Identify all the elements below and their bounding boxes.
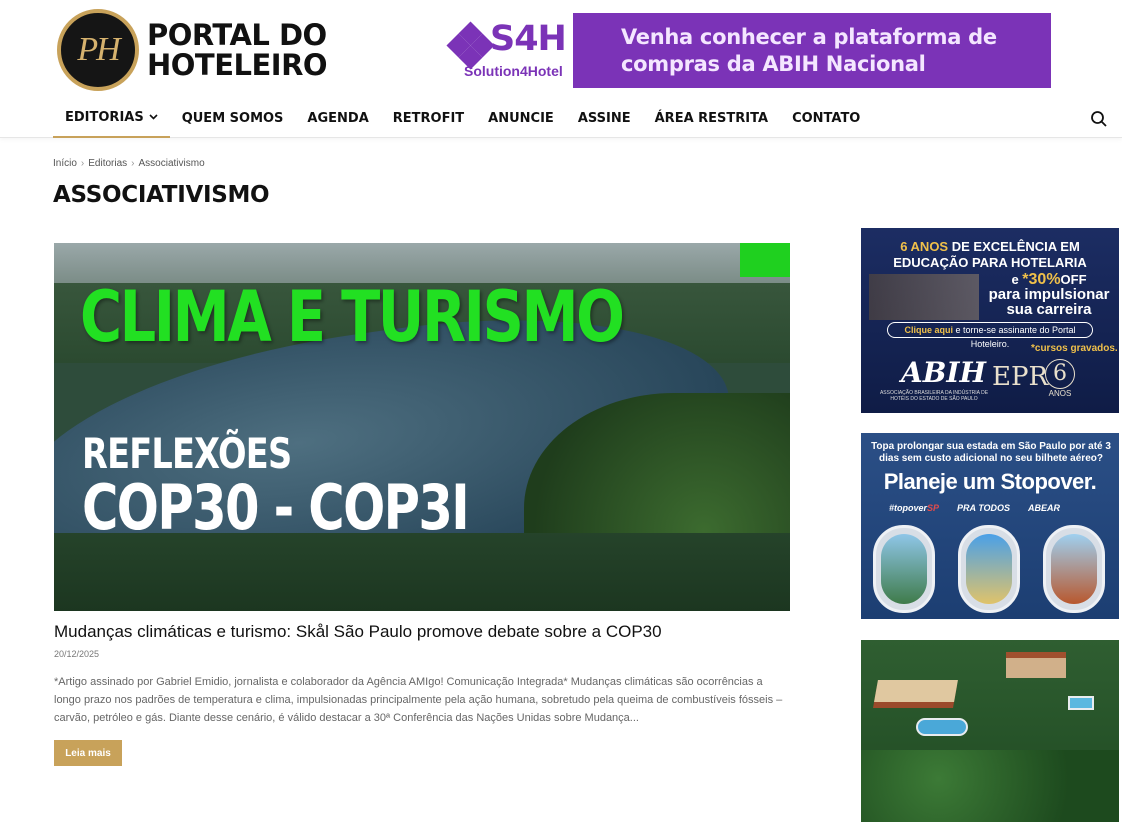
epr-logo: EPR — [992, 362, 1049, 392]
nav-contato[interactable]: CONTATO — [780, 98, 872, 138]
nav-agenda[interactable]: AGENDA — [295, 98, 380, 138]
airplane-window-icon — [873, 525, 935, 613]
abih-logo: ABIH — [901, 356, 986, 389]
article-date: 20/12/2025 — [54, 649, 100, 659]
ad-cta: Clique aqui e torne-se assinante do Port… — [887, 322, 1093, 349]
green-corner-block — [740, 243, 790, 277]
logo-monogram: PH — [57, 9, 139, 91]
top-ad-banner[interactable]: S4H Solution4Hotel Venha conhecer a plat… — [442, 13, 1051, 88]
site-logo[interactable]: PH PORTAL DO HOTELEIRO — [57, 9, 328, 91]
breadcrumb-editorias[interactable]: Editorias — [88, 158, 127, 169]
nav-assine[interactable]: ASSINE — [566, 98, 643, 138]
nav-editorias[interactable]: EDITORIAS — [53, 98, 170, 138]
forest-area — [861, 750, 1119, 822]
s4h-logo: S4H Solution4Hotel — [442, 13, 573, 88]
pool-shape — [1068, 696, 1094, 710]
breadcrumb-home[interactable]: Início — [53, 158, 77, 169]
site-header: PH PORTAL DO HOTELEIRO S4H Solution4Hote… — [0, 0, 1122, 138]
logo-wordmark: PORTAL DO HOTELEIRO — [147, 18, 328, 82]
nav-quem-somos[interactable]: QUEM SOMOS — [170, 98, 296, 138]
sidebar-ad-resort[interactable] — [861, 640, 1119, 822]
breadcrumb-separator-icon: › — [80, 158, 85, 169]
read-more-button[interactable]: Leia mais — [54, 740, 122, 766]
nav-anuncie[interactable]: ANUNCIE — [476, 98, 566, 138]
search-icon[interactable] — [1090, 110, 1110, 130]
page-title: ASSOCIATIVISMO — [53, 182, 270, 208]
sidebar-ad-education[interactable]: 6 ANOS DE EXCELÊNCIA EM EDUCAÇÃO PARA HO… — [861, 228, 1119, 413]
classroom-photo — [869, 274, 979, 320]
pool-shape — [916, 718, 968, 736]
image-headline: CLIMA E TURISMO — [80, 276, 625, 358]
banner-text: Venha conhecer a plataforma de compras d… — [621, 24, 997, 76]
featured-article-image[interactable]: CLIMA E TURISMO REFLEXÕES COP30 - COP3I — [54, 243, 790, 611]
resort-building — [1006, 652, 1066, 678]
chevron-down-icon — [149, 112, 158, 123]
breadcrumb: Início › Editorias › Associativismo — [53, 158, 205, 169]
article-excerpt: *Artigo assinado por Gabriel Emidio, jor… — [54, 676, 783, 724]
main-nav: EDITORIAS QUEM SOMOS AGENDA RETROFIT ANU… — [53, 98, 872, 138]
article-title-link[interactable]: Mudanças climáticas e turismo: Skål São … — [54, 622, 790, 642]
breadcrumb-current: Associativismo — [138, 158, 205, 169]
airplane-window-icon — [958, 525, 1020, 613]
six-years-seal: 6 — [1045, 359, 1075, 389]
nav-area-restrita[interactable]: ÁREA RESTRITA — [643, 98, 780, 138]
image-cop-text: COP30 - COP3I — [82, 471, 470, 544]
sidebar-ad-stopover[interactable]: Topa prolongar sua estada em São Paulo p… — [861, 433, 1119, 619]
breadcrumb-separator-icon: › — [131, 158, 135, 169]
s4h-diamond-icon — [446, 21, 495, 70]
resort-building — [874, 680, 958, 702]
partner-logos: #topoverSP PRA TODOS ABEAR — [889, 503, 1061, 513]
nav-retrofit[interactable]: RETROFIT — [381, 98, 476, 138]
airplane-window-icon — [1043, 525, 1105, 613]
